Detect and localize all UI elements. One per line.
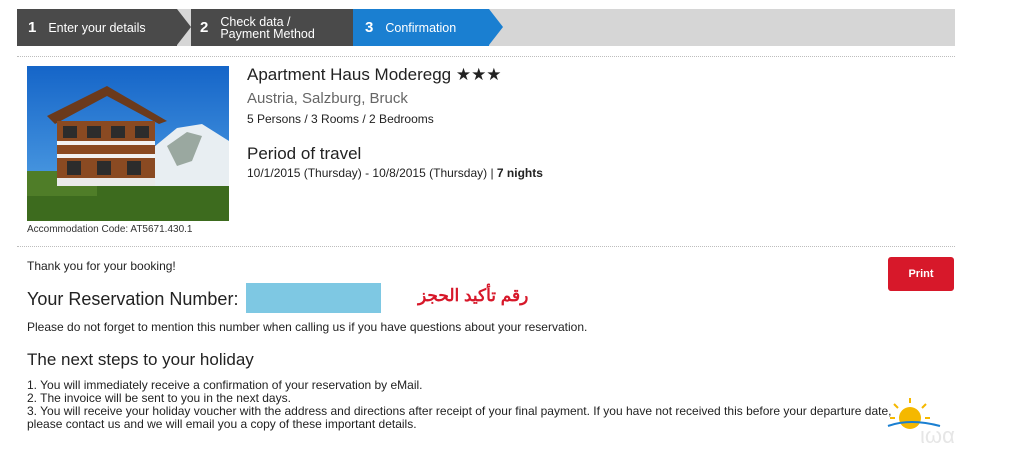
- period-title: Period of travel: [247, 144, 362, 163]
- step-number: 3: [365, 19, 374, 36]
- accommodation-details: 5 Persons / 3 Rooms / 2 Bedrooms: [247, 112, 434, 126]
- list-item: 3. You will receive your holiday voucher…: [27, 404, 892, 431]
- svg-text:ιωα: ιωα: [920, 423, 955, 448]
- period-dates-text: 10/1/2015 (Thursday) - 10/8/2015 (Thursd…: [247, 166, 497, 180]
- reservation-number-redacted: [246, 283, 381, 313]
- step-label: Confirmation: [385, 20, 457, 35]
- period-dates: 10/1/2015 (Thursday) - 10/8/2015 (Thursd…: [247, 166, 543, 180]
- step-label: Enter your details: [48, 20, 146, 35]
- accommodation-photo: [27, 66, 229, 221]
- nights-count: 7 nights: [496, 166, 543, 180]
- step-number: 1: [28, 19, 37, 36]
- thanks-message: Thank you for your booking!: [27, 259, 176, 273]
- divider: [17, 56, 955, 57]
- divider: [17, 246, 955, 247]
- step-enter-details[interactable]: 1 Enter your details: [17, 9, 177, 46]
- next-steps-list: 1. You will immediately receive a confir…: [27, 379, 927, 431]
- annotation-arabic: رقم تأكيد الحجز: [418, 286, 529, 305]
- reservation-note: Please do not forget to mention this num…: [27, 320, 588, 334]
- accommodation-location: Austria, Salzburg, Bruck: [247, 90, 408, 107]
- step-check-data[interactable]: 2 Check data / Payment Method: [191, 9, 353, 46]
- step-chevron-icon: [177, 9, 191, 45]
- step-chevron-icon: [489, 9, 503, 45]
- step-progress-bar: 1 Enter your details 2 Check data / Paym…: [17, 9, 955, 46]
- reservation-number-label: Your Reservation Number:: [27, 289, 239, 309]
- print-button[interactable]: Print: [888, 257, 954, 291]
- accommodation-code: Accommodation Code: AT5671.430.1: [27, 224, 193, 235]
- step-confirmation[interactable]: 3 Confirmation: [353, 9, 489, 46]
- step-number: 2: [200, 19, 209, 36]
- watermark-logo: ιωα: [880, 388, 1000, 458]
- step-label: Check data / Payment Method: [220, 14, 315, 41]
- accommodation-name: Apartment Haus Moderegg ★★★: [247, 65, 502, 84]
- next-steps-title: The next steps to your holiday: [27, 350, 254, 369]
